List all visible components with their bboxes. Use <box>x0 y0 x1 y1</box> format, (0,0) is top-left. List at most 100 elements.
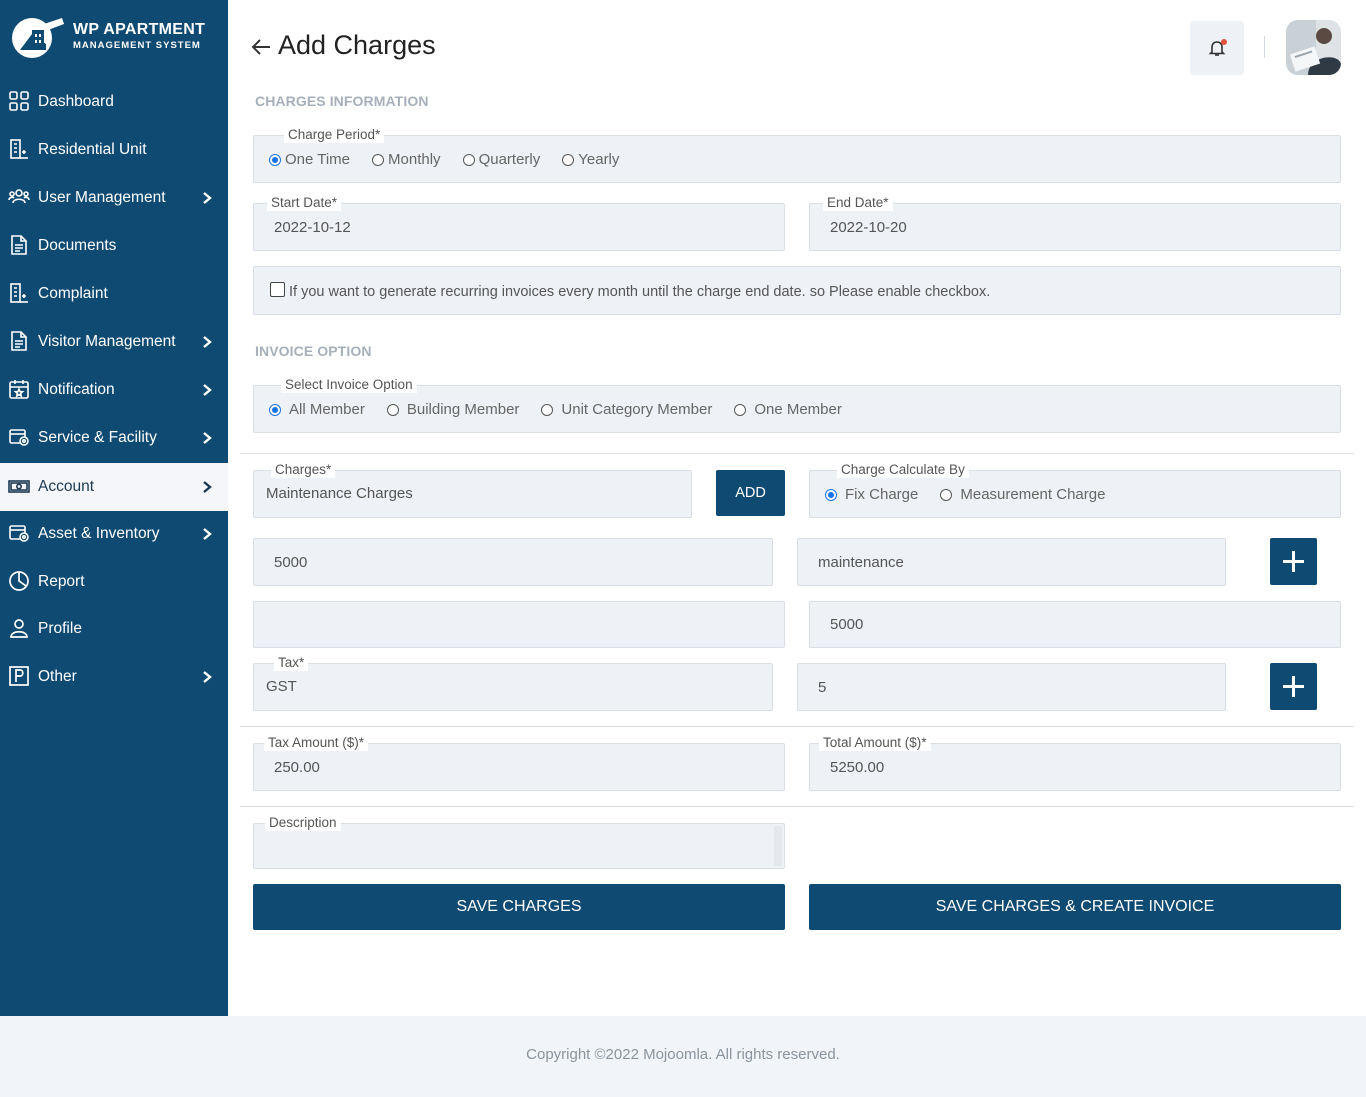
tax-legend: Tax* <box>274 655 309 671</box>
radio-indicator <box>462 153 475 166</box>
radio-all-member[interactable]: All Member <box>269 401 365 418</box>
add-tax-row-button[interactable] <box>1270 663 1317 710</box>
divider <box>240 806 1354 807</box>
page-title: Add Charges <box>278 30 436 60</box>
tax-select[interactable]: Tax* GST <box>253 655 773 711</box>
sidebar-item-label: Profile <box>38 620 82 637</box>
chevron-right-icon <box>203 528 212 540</box>
end-date-value: 2022-10-20 <box>830 219 907 236</box>
description-legend: Description <box>265 815 341 831</box>
sidebar-item-label: Other <box>38 668 77 685</box>
textarea-scrollbar[interactable] <box>774 826 782 866</box>
charge-calculate-legend: Charge Calculate By <box>837 462 969 478</box>
sidebar-item-profile[interactable]: Profile <box>0 605 228 653</box>
sidebar-item-other[interactable]: Other <box>0 653 228 701</box>
charges-select[interactable]: Charges* Maintenance Charges <box>253 462 692 518</box>
radio-fix-charge[interactable]: Fix Charge <box>825 486 918 503</box>
radio-indicator <box>825 488 837 501</box>
radio-quarterly[interactable]: Quarterly <box>462 151 541 168</box>
sidebar-item-label: Complaint <box>38 285 108 302</box>
chevron-right-icon <box>203 432 212 444</box>
add-charge-row-button[interactable] <box>1270 538 1317 585</box>
end-date-field[interactable]: End Date* 2022-10-20 <box>809 195 1341 251</box>
radio-label: Quarterly <box>478 151 541 168</box>
radio-building-member[interactable]: Building Member <box>386 401 519 418</box>
radio-label: Unit Category Member <box>561 401 713 418</box>
brand-subtitle: MANAGEMENT SYSTEM <box>73 40 201 51</box>
sidebar-item-label: User Management <box>38 189 166 206</box>
recurring-checkbox[interactable] <box>270 282 285 297</box>
radio-yearly[interactable]: Yearly <box>562 151 619 168</box>
total-amount-field[interactable]: Total Amount ($)* 5250.00 <box>809 735 1341 791</box>
radio-indicator <box>562 153 575 166</box>
charge-label-input[interactable]: maintenance <box>797 538 1226 586</box>
sidebar-item-visitor-management[interactable]: Visitor Management <box>0 318 228 366</box>
brand-title: WP APARTMENT <box>73 21 206 38</box>
recurring-invoice-box: If you want to generate recurring invoic… <box>253 266 1341 315</box>
sidebar-item-asset-inventory[interactable]: Asset & Inventory <box>0 510 228 558</box>
radio-label: Monthly <box>388 151 441 168</box>
start-date-value: 2022-10-12 <box>274 219 351 236</box>
sidebar-item-residential-unit[interactable]: Residential Unit <box>0 126 228 174</box>
chevron-right-icon <box>203 671 212 683</box>
tax-rate-input[interactable]: 5 <box>797 663 1226 711</box>
charges-value: Maintenance Charges <box>266 485 413 502</box>
description-textarea[interactable]: Description <box>253 815 785 869</box>
notification-dot <box>1221 39 1227 45</box>
footer: Copyright ©2022 Mojoomla. All rights res… <box>0 1016 1366 1097</box>
radio-unit-category-member[interactable]: Unit Category Member <box>541 401 712 418</box>
arrow-left-icon[interactable] <box>250 36 272 58</box>
user-icon <box>10 619 28 638</box>
tax-amount-field[interactable]: Tax Amount ($)* 250.00 <box>253 735 785 791</box>
radio-indicator <box>269 153 281 166</box>
charge-calculate-group: Charge Calculate By Fix Charge Measureme… <box>809 462 1341 518</box>
avatar[interactable] <box>1286 20 1341 75</box>
charge-calculate-options: Fix Charge Measurement Charge <box>825 486 1105 503</box>
building-icon <box>10 283 28 303</box>
service-icon <box>9 429 29 446</box>
end-date-legend: End Date* <box>823 195 893 211</box>
chevron-right-icon <box>203 192 212 204</box>
sidebar-item-report[interactable]: Report <box>0 558 228 606</box>
invoice-option-group: Select Invoice Option All Member Buildin… <box>253 377 1341 433</box>
logo-icon <box>12 18 64 58</box>
radio-indicator <box>372 153 385 166</box>
save-charges-button[interactable]: SAVE CHARGES <box>253 884 785 930</box>
sidebar-item-complaint[interactable]: Complaint <box>0 270 228 318</box>
avatar-image <box>1286 20 1341 75</box>
radio-one-member[interactable]: One Member <box>734 401 842 418</box>
radio-label: Yearly <box>578 151 620 168</box>
sidebar-item-dashboard[interactable]: Dashboard <box>0 78 228 126</box>
radio-measurement-charge[interactable]: Measurement Charge <box>940 486 1105 503</box>
sidebar-item-label: Service & Facility <box>38 429 157 446</box>
divider <box>240 726 1354 727</box>
charge-period-legend: Charge Period* <box>284 127 385 143</box>
radio-indicator <box>386 403 399 416</box>
sidebar-item-service-facility[interactable]: Service & Facility <box>0 414 228 462</box>
invoice-options: All Member Building Member Unit Category… <box>269 401 842 418</box>
blank-input[interactable] <box>253 601 785 648</box>
sidebar-item-user-management[interactable]: User Management <box>0 174 228 222</box>
start-date-legend: Start Date* <box>267 195 342 211</box>
users-icon <box>8 189 30 204</box>
charge-amount-input[interactable]: 5000 <box>809 601 1341 648</box>
notification-button[interactable] <box>1190 21 1244 75</box>
service-icon <box>9 525 29 542</box>
building-icon <box>10 139 28 159</box>
amount-input[interactable]: 5000 <box>253 538 773 586</box>
sidebar-item-account[interactable]: Account <box>0 463 228 511</box>
page-header: Add Charges <box>228 0 1366 90</box>
sidebar-item-notification[interactable]: Notification <box>0 366 228 414</box>
brand-logo[interactable]: WP APARTMENT MANAGEMENT SYSTEM <box>10 14 220 62</box>
radio-indicator <box>940 488 953 501</box>
start-date-field[interactable]: Start Date* 2022-10-12 <box>253 195 785 251</box>
add-charge-button[interactable]: ADD <box>716 470 785 516</box>
chevron-right-icon <box>203 384 212 396</box>
radio-monthly[interactable]: Monthly <box>372 151 441 168</box>
save-charges-create-invoice-button[interactable]: SAVE CHARGES & CREATE INVOICE <box>809 884 1341 930</box>
tax-amount-legend: Tax Amount ($)* <box>264 735 369 751</box>
sidebar-item-label: Notification <box>38 381 115 398</box>
radio-indicator <box>541 403 554 416</box>
sidebar-item-documents[interactable]: Documents <box>0 222 228 270</box>
radio-one-time[interactable]: One Time <box>269 151 350 168</box>
